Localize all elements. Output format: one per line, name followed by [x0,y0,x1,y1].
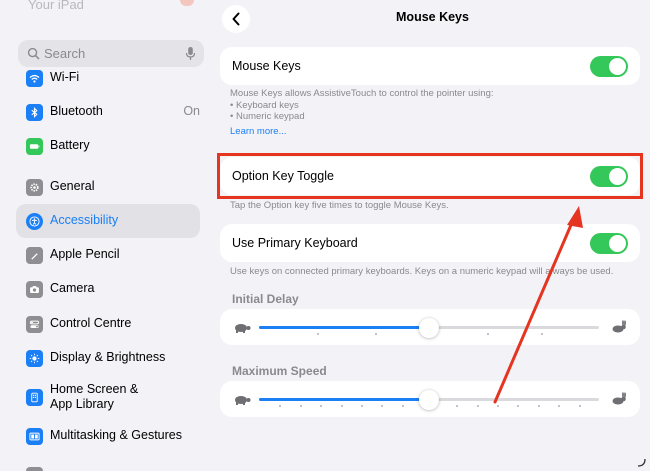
maximum-speed-header: Maximum Speed [232,364,327,378]
mouse-keys-footnote: Mouse Keys allows AssistiveTouch to cont… [230,88,494,123]
maximum-speed-slider[interactable] [259,390,599,410]
slider-tick [517,405,520,407]
slider-tick [497,405,499,407]
wifi-icon [26,70,43,87]
microphone-icon[interactable] [185,46,196,61]
footnote-bullet: • Numeric keypad [230,111,305,122]
mouse-keys-row: Mouse Keys [220,47,640,85]
home-screen-icon [26,389,43,406]
sidebar-item-label: Camera [50,281,95,295]
initial-delay-header: Initial Delay [232,292,299,306]
slider-fill [259,398,429,401]
sidebar-item-label: Multitasking & Gestures [50,428,182,442]
sidebar-item-control-centre[interactable]: Control Centre [16,307,200,341]
slider-tick [361,405,363,407]
sidebar-item-label-line2: App Library [50,397,114,411]
sidebar-item-apple-pencil[interactable]: Apple Pencil [16,238,200,272]
slider-tick [537,405,540,407]
mouse-keys-label: Mouse Keys [232,59,301,73]
sidebar-item-home-screen[interactable]: Home Screen & App Library [16,380,200,414]
multitasking-icon [26,428,43,445]
slider-tick [476,405,479,407]
corner-resize-icon [637,458,646,467]
maximum-speed-card [220,381,640,417]
primary-keyboard-footnote: Use keys on connected primary keyboards.… [230,266,614,277]
sidebar-item-label: Display & Brightness [50,350,166,364]
sidebar-item-label: Accessibility [50,213,119,227]
bluetooth-icon [26,104,43,121]
slider-tick [279,405,282,407]
slider-tick [340,405,343,407]
slider-tick [381,405,384,407]
sidebar-item-multitasking[interactable]: Multitasking & Gestures [16,419,200,453]
mouse-keys-toggle[interactable] [590,56,628,77]
sidebar: Your iPad Search Wi-Fi Bluetooth On Batt… [8,0,210,471]
sidebar-item-bluetooth[interactable]: Bluetooth On [16,95,200,129]
camera-icon [26,281,43,298]
annotation-highlight-box [217,153,643,199]
accessibility-icon [26,213,43,230]
slider-tick [578,405,581,407]
sidebar-item-accessibility[interactable]: Accessibility [16,204,200,238]
slider-tick [374,333,377,335]
sidebar-item-label: Wi-Fi [50,70,80,84]
sidebar-ghost-badge [180,0,194,6]
sidebar-ghost-header: Your iPad [28,0,84,12]
slider-tick [316,333,319,335]
sidebar-item-label: Apple Pencil [50,247,120,261]
sidebar-item-battery[interactable]: Battery [16,129,200,163]
rabbit-icon [612,392,626,405]
gear-icon [26,179,43,196]
control-centre-icon [26,316,43,333]
bluetooth-status: On [183,104,200,118]
sidebar-item-wifi[interactable]: Wi-Fi [16,61,200,95]
use-primary-keyboard-label: Use Primary Keyboard [232,236,358,250]
pencil-icon [26,247,43,264]
battery-icon [26,138,43,155]
rabbit-icon [612,320,626,333]
slider-tick [320,405,323,407]
slider-tick [558,405,561,407]
learn-more-link[interactable]: Learn more... [230,126,287,137]
search-placeholder: Search [44,46,86,61]
sidebar-item-label: Home Screen & App Library [50,382,138,412]
slider-tick [486,333,489,335]
slider-tick [456,405,459,407]
sidebar-item-label: Battery [50,138,90,152]
initial-delay-card [220,309,640,345]
slider-tick [401,405,404,407]
use-primary-keyboard-toggle[interactable] [590,233,628,254]
footnote-line: Mouse Keys allows AssistiveTouch to cont… [230,88,494,99]
slider-tick [541,333,544,335]
slider-tick [299,405,302,407]
option-key-footnote: Tap the Option key five times to toggle … [230,200,449,211]
sun-icon [26,350,43,367]
sidebar-item-label: General [50,179,95,193]
sidebar-item-label-line1: Home Screen & [50,382,139,396]
sidebar-item-partial[interactable] [16,458,200,471]
slider-thumb[interactable] [419,318,439,338]
partial-icon [26,467,43,471]
turtle-icon [235,324,251,333]
page-title: Mouse Keys [396,10,469,24]
initial-delay-slider[interactable] [259,318,599,338]
footnote-bullet: • Keyboard keys [230,99,299,111]
sidebar-item-label: Control Centre [50,316,132,330]
slider-thumb[interactable] [419,390,439,410]
sidebar-item-label: Bluetooth [50,104,103,118]
slider-fill [259,326,429,329]
back-button[interactable] [222,5,250,33]
chevron-left-icon [232,12,240,26]
turtle-icon [235,396,251,405]
search-icon [27,47,40,60]
sidebar-item-display-brightness[interactable]: Display & Brightness [16,341,200,375]
sidebar-item-general[interactable]: General [16,170,200,204]
use-primary-keyboard-row: Use Primary Keyboard [220,224,640,262]
sidebar-item-camera[interactable]: Camera [16,272,200,306]
